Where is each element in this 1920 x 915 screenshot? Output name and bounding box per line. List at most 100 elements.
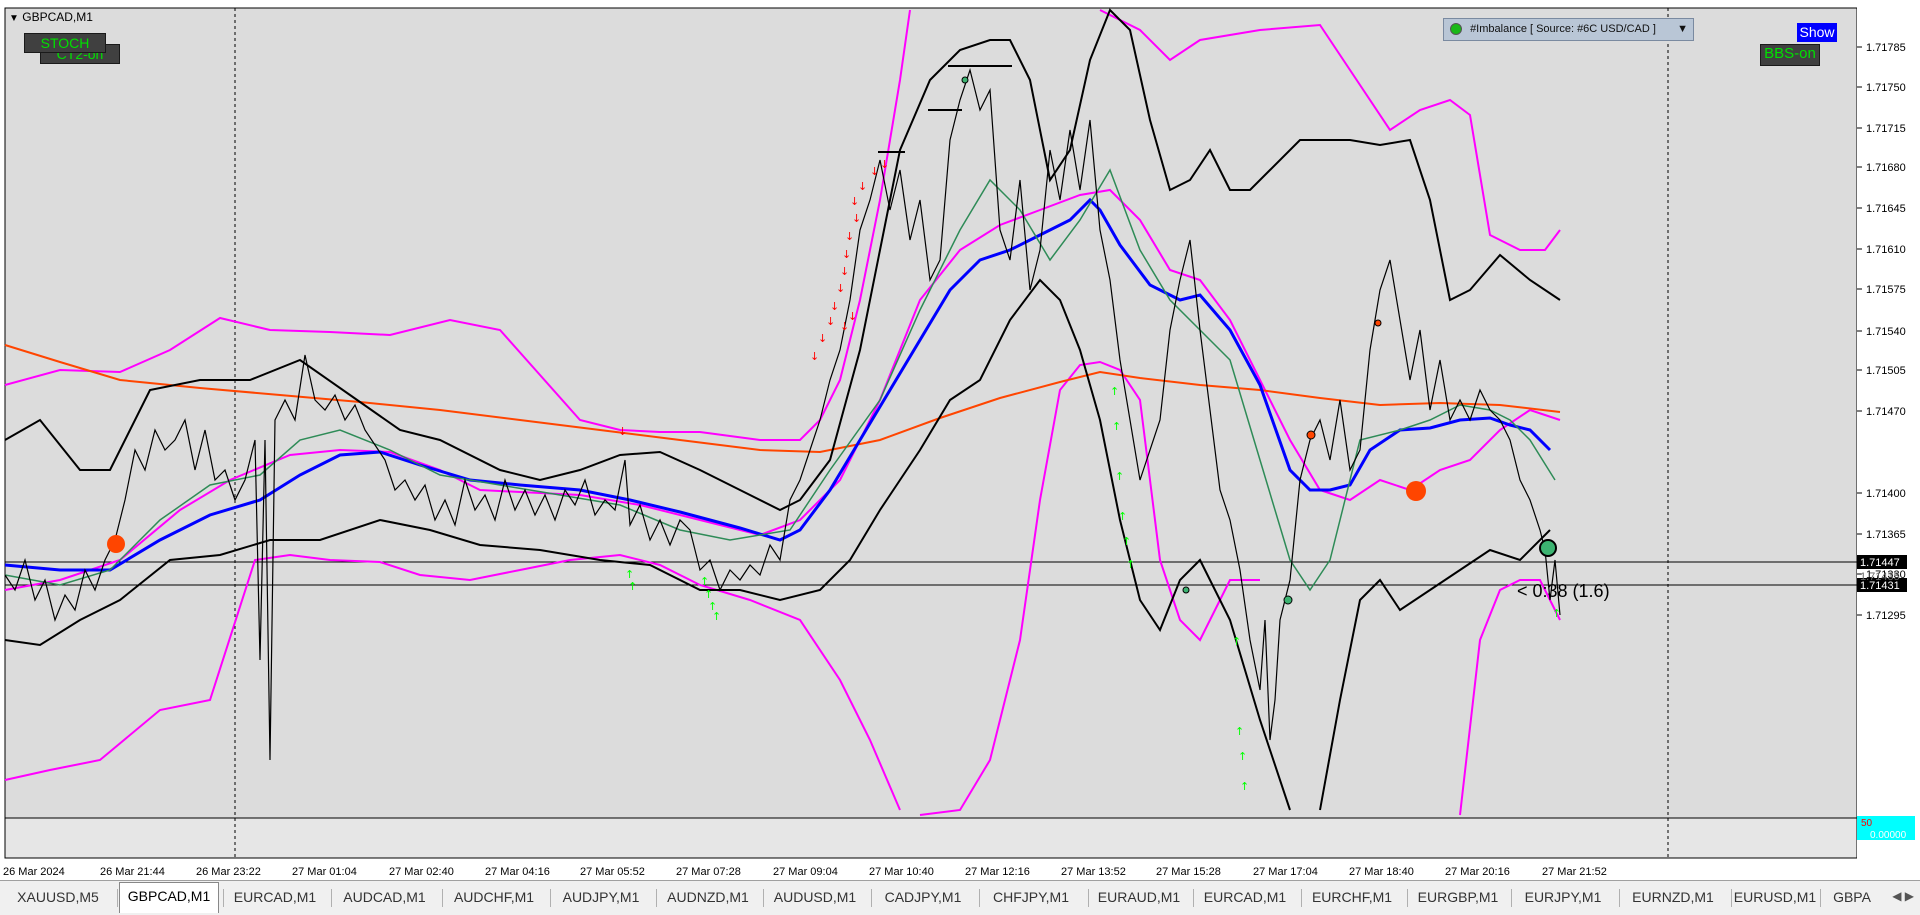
svg-text:↑: ↑ (1232, 635, 1241, 648)
time-tick-label: 27 Mar 13:52 (1061, 866, 1126, 878)
tab-divider (1407, 889, 1408, 907)
tab-divider (331, 889, 332, 907)
svg-text:↓: ↓ (848, 310, 857, 323)
svg-text:↑: ↑ (1126, 558, 1135, 571)
tab-divider (1731, 889, 1732, 907)
chart-tab[interactable]: XAUUSD,M5 (6, 884, 110, 910)
time-tick-label: 27 Mar 20:16 (1445, 866, 1510, 878)
time-axis-labels: 26 Mar 2024 26 Mar 21:44 26 Mar 23:22 27 Ma… (3, 866, 1607, 878)
chart-tab[interactable]: AUDNZD,M1 (658, 884, 758, 910)
chart-tab[interactable]: GBPA (1822, 884, 1882, 910)
chart-symbol-title: ▼ GBPCAD,M1 (9, 10, 93, 24)
tab-divider (117, 889, 118, 907)
chart-tab[interactable]: CADJPY,M1 (873, 884, 973, 910)
price-tick-label: 1.71610 (1866, 244, 1906, 256)
price-tick-label: 1.71715 (1866, 123, 1906, 135)
stoch-button[interactable]: STOCH (24, 33, 106, 53)
tab-scroll-arrows-icon[interactable]: ◀ ▶ (1892, 889, 1914, 903)
chart-tab[interactable]: EURCAD,M1 (225, 884, 325, 910)
time-tick-label: 27 Mar 17:04 (1253, 866, 1318, 878)
signal-circle (107, 535, 125, 553)
chart-tab[interactable]: EURCHF,M1 (1303, 884, 1401, 910)
price-tick-label: 1.71470 (1866, 406, 1906, 418)
svg-text:↓: ↓ (818, 332, 827, 345)
time-tick-label: 26 Mar 21:44 (100, 866, 165, 878)
time-tick-label: 27 Mar 10:40 (869, 866, 934, 878)
price-tick-label: 1.71505 (1866, 365, 1906, 377)
chart-tab[interactable]: AUDCHF,M1 (444, 884, 544, 910)
time-tick-label: 27 Mar 02:40 (389, 866, 454, 878)
svg-text:↓: ↓ (840, 320, 849, 333)
svg-text:↓: ↓ (852, 212, 861, 225)
chart-tab[interactable]: EURGBP,M1 (1409, 884, 1507, 910)
svg-text:↑: ↑ (1552, 607, 1561, 620)
tab-divider (1511, 889, 1512, 907)
tab-divider (550, 889, 551, 907)
signal-circle (1406, 481, 1426, 501)
chart-menu-arrow-icon[interactable]: ▼ (9, 13, 19, 24)
signal-dot (1374, 319, 1382, 327)
subwindow-area (4, 817, 1858, 859)
time-tick-label: 27 Mar 05:52 (580, 866, 645, 878)
chart-tab[interactable]: EURUSD,M1 (1733, 884, 1817, 910)
svg-text:↑: ↑ (628, 580, 637, 593)
tab-divider (442, 889, 443, 907)
svg-text:↓: ↓ (842, 248, 851, 261)
svg-text:↓: ↓ (870, 165, 879, 178)
svg-text:↓: ↓ (826, 315, 835, 328)
chart-tab[interactable]: GBPCAD,M1 (119, 882, 219, 913)
svg-text:↓: ↓ (858, 180, 867, 193)
signal-dot (1306, 430, 1316, 440)
price-tick-label: 1.71750 (1866, 82, 1906, 94)
svg-text:↑: ↑ (1122, 535, 1131, 548)
tab-divider (979, 889, 980, 907)
price-tick-label: 1.71540 (1866, 326, 1906, 338)
time-tick-label: 27 Mar 18:40 (1349, 866, 1414, 878)
chart-tab[interactable]: EURNZD,M1 (1621, 884, 1725, 910)
tab-divider (871, 889, 872, 907)
chart-tab[interactable]: EURJPY,M1 (1513, 884, 1613, 910)
svg-text:↓: ↓ (810, 350, 819, 363)
signal-dot (1182, 586, 1190, 594)
svg-text:↓: ↓ (880, 158, 889, 171)
price-tick-label: 1.71400 (1866, 488, 1906, 500)
price-chart[interactable]: ↓ ↓↓↓↓ ↓↓↓↓ ↓↓↓↓ ↓↓↓ ↑↑ ↑↑↑↑ ↑↑↑↑ ↑↑ ↑↑↑… (0, 0, 1920, 880)
tab-divider (223, 889, 224, 907)
svg-text:↑: ↑ (1235, 725, 1244, 738)
imbalance-selector[interactable]: #Imbalance [ Source: #6C USD/CAD ] ▼ (1443, 18, 1694, 41)
show-button[interactable]: Show (1797, 23, 1837, 42)
signal-circle (1539, 539, 1557, 557)
time-tick-label: 27 Mar 09:04 (773, 866, 838, 878)
svg-text:↓: ↓ (840, 265, 849, 278)
price-tick-label: 1.71645 (1866, 203, 1906, 215)
tab-divider (1619, 889, 1620, 907)
price-tick-label: 1.71680 (1866, 162, 1906, 174)
signal-dot (961, 76, 969, 84)
subwindow-value-b: 0.00000 (1870, 830, 1907, 841)
tab-divider (656, 889, 657, 907)
svg-text:↑: ↑ (1110, 385, 1119, 398)
bbs-toggle-button[interactable]: BBS-on (1760, 44, 1820, 66)
chart-tab[interactable]: AUDCAD,M1 (333, 884, 436, 910)
overlap-price-label: 1.71435 (1860, 571, 1900, 583)
svg-text:↑: ↑ (1240, 780, 1249, 793)
chart-tab[interactable]: EURAUD,M1 (1090, 884, 1188, 910)
stoch-label: STOCH (40, 35, 90, 51)
chevron-down-icon[interactable]: ▼ (1677, 19, 1688, 40)
chart-symbol-text: GBPCAD,M1 (22, 10, 93, 24)
candle-timer-annotation: < 0:38 (1.6) (1517, 581, 1610, 601)
svg-text:↑: ↑ (700, 575, 709, 588)
svg-text:↓: ↓ (845, 230, 854, 243)
chart-window[interactable]: ↓ ↓ ↓ ↓ ↓ ↓ ↓ ↓ ↓ ↓ ↓ ↓ ↓ ↓ ↓ ↓ ↑ ↑ ↑ ↑ ↑ ↑ ↑ ↑ ↑ ↑ ↑ ↑ ↑ ↑ ↑… (0, 0, 1920, 880)
imbalance-label: #Imbalance [ Source: #6C USD/CAD ] (1470, 23, 1656, 35)
tab-divider (763, 889, 764, 907)
svg-text:↑: ↑ (1238, 750, 1247, 763)
plot-area[interactable] (4, 7, 1858, 819)
time-tick-label: 27 Mar 01:04 (292, 866, 357, 878)
chart-tab[interactable]: CHFJPY,M1 (981, 884, 1081, 910)
svg-text:↓: ↓ (836, 282, 845, 295)
chart-tab[interactable]: AUDJPY,M1 (552, 884, 650, 910)
tab-divider (1820, 889, 1821, 907)
chart-tab[interactable]: AUDUSD,M1 (765, 884, 865, 910)
chart-tab[interactable]: EURCAD,M1 (1195, 884, 1295, 910)
